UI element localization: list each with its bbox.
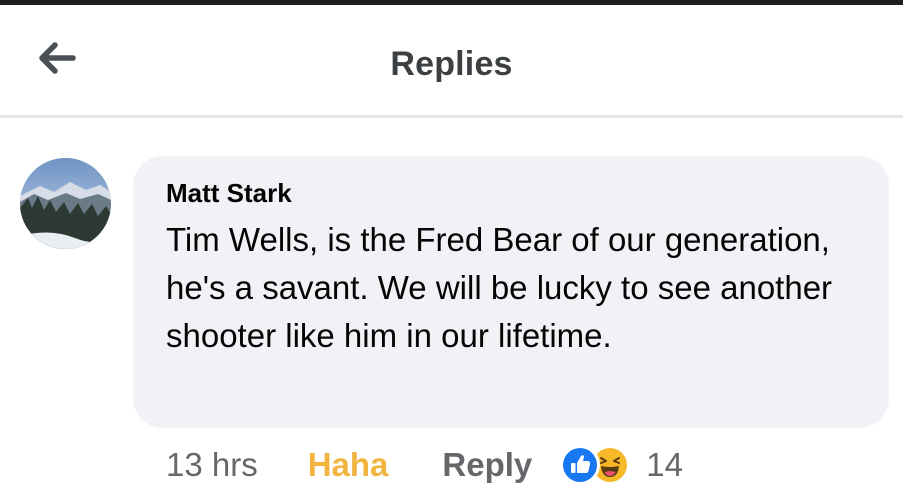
comment-text: Tim Wells, is the Fred Bear of our gener… [166,221,833,354]
page-title: Replies [390,45,513,83]
reaction-summary[interactable]: 14 [560,445,683,485]
avatar[interactable] [20,158,111,249]
header-bar: Replies [0,5,903,116]
comment-actions: 13 hrs Haha Reply 14 [166,445,683,485]
like-icon [560,445,601,485]
comment-timestamp[interactable]: 13 hrs [166,446,258,484]
comment-author[interactable]: Matt Stark [166,178,292,209]
reaction-count: 14 [646,446,684,483]
haha-reaction-button[interactable]: Haha [308,446,389,484]
reply-button[interactable]: Reply [442,446,532,484]
header-divider [0,115,903,118]
